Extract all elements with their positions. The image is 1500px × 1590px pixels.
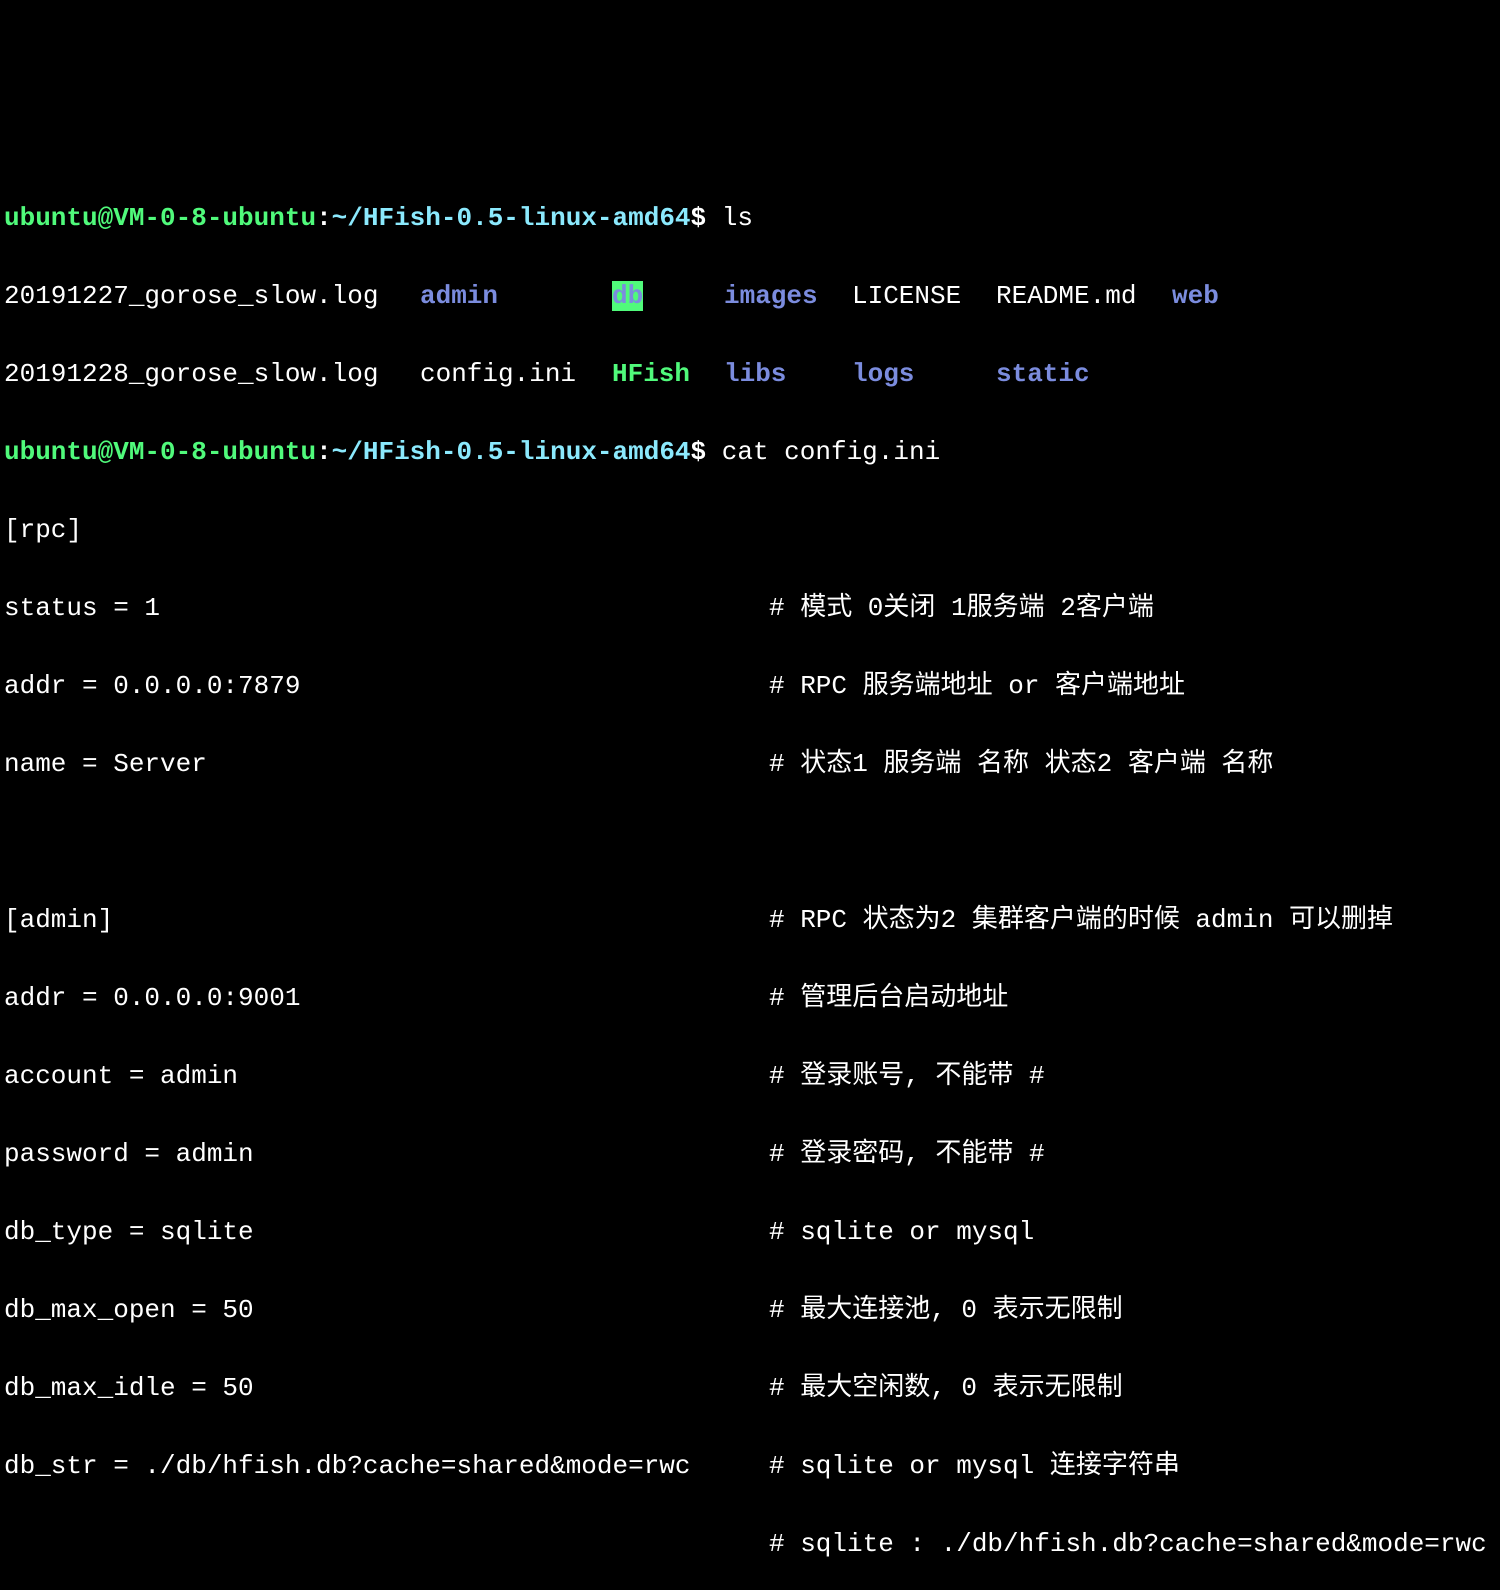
dir-db-wrapper: db (612, 277, 724, 316)
cfg-dbstr: db_str = ./db/hfish.db?cache=shared&mode… (4, 1447, 1496, 1486)
dir-libs: libs (724, 355, 852, 394)
prompt-user: ubuntu@VM-0-8-ubuntu (4, 203, 316, 233)
cfg-status: status = 1# 模式 0关闭 1服务端 2客户端 (4, 589, 1496, 628)
prompt-dollar-2: $ (691, 437, 707, 467)
file-log1: 20191227_gorose_slow.log (4, 277, 420, 316)
cfg-addr2: addr = 0.0.0.0:9001# 管理后台启动地址 (4, 979, 1496, 1018)
cfg-dbtype: db_type = sqlite# sqlite or mysql (4, 1213, 1496, 1252)
dir-static: static (996, 355, 1172, 394)
file-license: LICENSE (852, 277, 996, 316)
ls-row-1: 20191227_gorose_slow.logadmindb imagesLIC… (4, 277, 1496, 316)
prompt-dollar: $ (691, 203, 707, 233)
exec-hfish: HFish (612, 355, 724, 394)
cfg-admin-section: [admin]# RPC 状态为2 集群客户端的时候 admin 可以删掉 (4, 901, 1496, 940)
cfg-sqlite-hint: # sqlite : ./db/hfish.db?cache=shared&mo… (4, 1525, 1496, 1564)
cfg-dbmaxidle: db_max_idle = 50# 最大空闲数, 0 表示无限制 (4, 1369, 1496, 1408)
cfg-name: name = Server# 状态1 服务端 名称 状态2 客户端 名称 (4, 745, 1496, 784)
command-ls: ls (722, 203, 753, 233)
prompt-user-2: ubuntu@VM-0-8-ubuntu (4, 437, 316, 467)
command-cat: cat config.ini (722, 437, 940, 467)
file-readme: README.md (996, 277, 1172, 316)
dir-admin: admin (420, 277, 612, 316)
cfg-account: account = admin# 登录账号, 不能带 # (4, 1057, 1496, 1096)
prompt-path: ~/HFish-0.5-linux-amd64 (332, 203, 691, 233)
cfg-rpc-section: [rpc] (4, 511, 1496, 550)
cfg-addr1: addr = 0.0.0.0:7879# RPC 服务端地址 or 客户端地址 (4, 667, 1496, 706)
cfg-dbmaxopen: db_max_open = 50# 最大连接池, 0 表示无限制 (4, 1291, 1496, 1330)
ls-row-2: 20191228_gorose_slow.logconfig.iniHFishl… (4, 355, 1496, 394)
dir-web: web (1172, 281, 1219, 311)
file-config: config.ini (420, 355, 612, 394)
cfg-password: password = admin# 登录密码, 不能带 # (4, 1135, 1496, 1174)
terminal-output[interactable]: ubuntu@VM-0-8-ubuntu:~/HFish-0.5-linux-a… (4, 160, 1496, 1590)
dir-logs: logs (852, 355, 996, 394)
dir-db: db (612, 281, 643, 311)
file-log2: 20191228_gorose_slow.log (4, 355, 420, 394)
dir-images: images (724, 277, 852, 316)
prompt-line-1: ubuntu@VM-0-8-ubuntu:~/HFish-0.5-linux-a… (4, 199, 1496, 238)
prompt-path-2: ~/HFish-0.5-linux-amd64 (332, 437, 691, 467)
prompt-line-2: ubuntu@VM-0-8-ubuntu:~/HFish-0.5-linux-a… (4, 433, 1496, 472)
cfg-blank (4, 823, 1496, 862)
